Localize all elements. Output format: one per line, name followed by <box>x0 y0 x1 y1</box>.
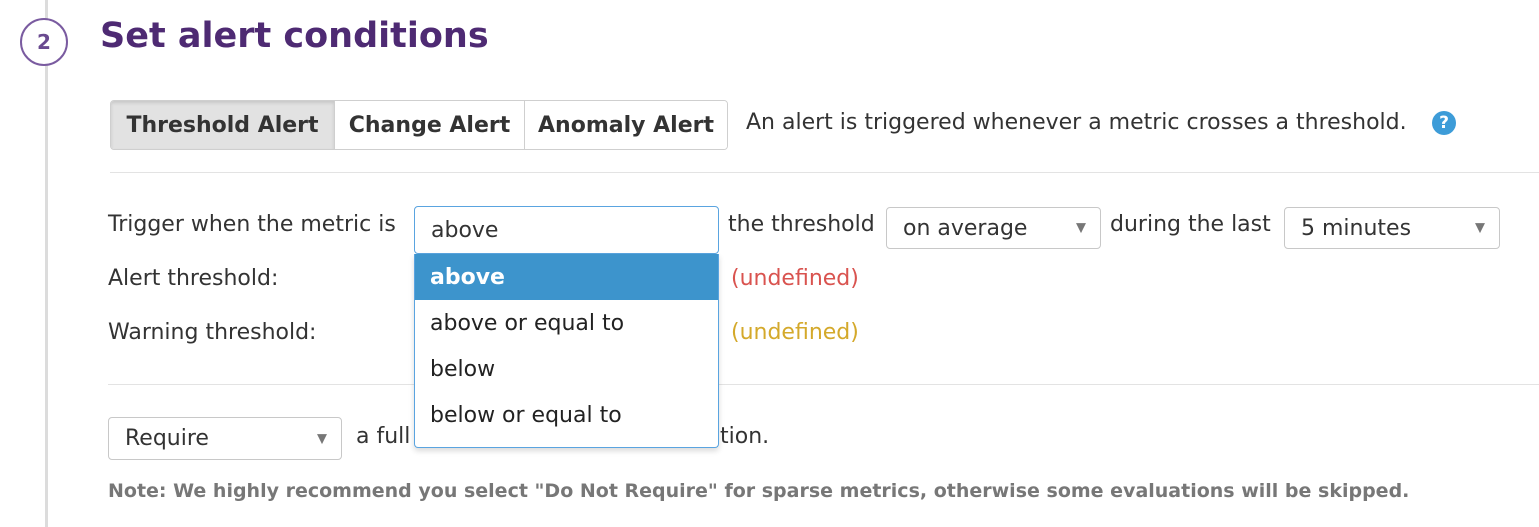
dropdown-option-above[interactable]: above <box>415 254 718 300</box>
require-data-select-value: Require <box>125 426 209 451</box>
section-title: Set alert conditions <box>100 16 489 56</box>
require-text-before: a full <box>356 424 411 449</box>
tab-change-alert[interactable]: Change Alert <box>334 101 524 149</box>
alert-type-description: An alert is triggered whenever a metric … <box>746 110 1407 135</box>
alert-threshold-status: (undefined) <box>731 266 859 291</box>
help-icon[interactable]: ? <box>1432 111 1456 135</box>
comparison-select[interactable]: above <box>414 206 719 254</box>
divider <box>110 172 1539 173</box>
aggregation-select[interactable]: on average ▼ <box>886 207 1101 249</box>
dropdown-option-above-or-equal[interactable]: above or equal to <box>415 300 718 346</box>
divider <box>108 384 1539 385</box>
step-timeline-line <box>45 0 48 527</box>
sparse-metrics-note: Note: We highly recommend you select "Do… <box>108 480 1410 502</box>
alert-type-tabs: Threshold Alert Change Alert Anomaly Ale… <box>110 100 728 150</box>
trigger-prefix-label: Trigger when the metric is <box>108 212 396 237</box>
chevron-down-icon: ▼ <box>1076 220 1086 236</box>
chevron-down-icon: ▼ <box>1475 220 1485 236</box>
require-data-select[interactable]: Require ▼ <box>108 417 342 460</box>
dropdown-option-below[interactable]: below <box>415 346 718 392</box>
require-text-after: tion. <box>720 424 770 449</box>
threshold-middle-label: the threshold <box>728 212 875 237</box>
during-label: during the last <box>1110 212 1271 237</box>
comparison-select-value: above <box>431 217 499 243</box>
tab-anomaly-alert[interactable]: Anomaly Alert <box>524 101 727 149</box>
chevron-down-icon: ▼ <box>317 431 327 446</box>
comparison-dropdown-menu: above above or equal to below below or e… <box>414 254 719 448</box>
time-window-select-value: 5 minutes <box>1301 215 1412 241</box>
time-window-select[interactable]: 5 minutes ▼ <box>1284 207 1500 249</box>
aggregation-select-value: on average <box>903 215 1028 241</box>
dropdown-option-below-or-equal[interactable]: below or equal to <box>415 392 718 438</box>
tab-threshold-alert[interactable]: Threshold Alert <box>111 101 334 149</box>
warning-threshold-status: (undefined) <box>731 320 859 345</box>
alert-threshold-label: Alert threshold: <box>108 266 279 291</box>
step-number-badge: 2 <box>20 18 68 66</box>
warning-threshold-label: Warning threshold: <box>108 320 317 345</box>
